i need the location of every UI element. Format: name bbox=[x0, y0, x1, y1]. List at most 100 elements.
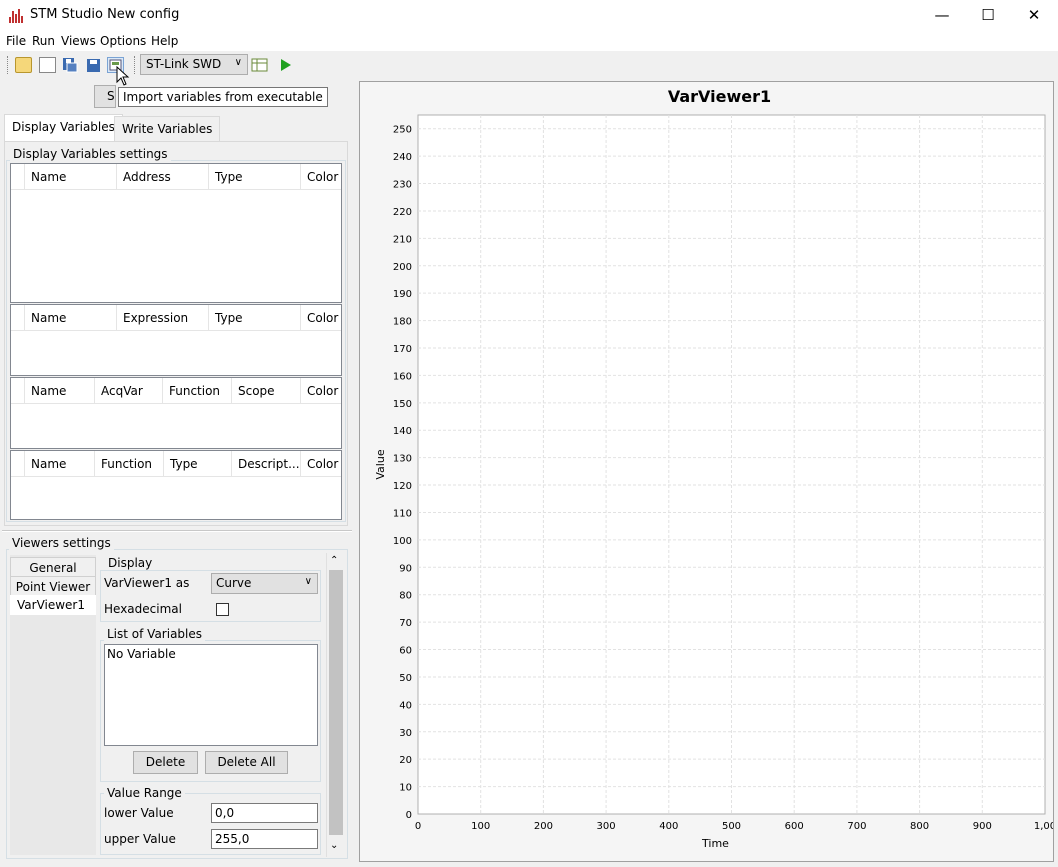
menu-options[interactable]: Options bbox=[100, 34, 146, 48]
column-scope[interactable]: Scope bbox=[231, 378, 300, 404]
x-axis-label: Time bbox=[701, 837, 729, 850]
viewer-item-general[interactable]: General bbox=[10, 557, 96, 577]
y-tick-label: 50 bbox=[399, 673, 412, 684]
column-name[interactable]: Name bbox=[24, 378, 94, 404]
y-tick-label: 60 bbox=[399, 646, 412, 657]
column-function[interactable]: Function bbox=[162, 378, 231, 404]
y-tick-label: 30 bbox=[399, 728, 412, 739]
hidden-settings-button[interactable]: S bbox=[94, 85, 116, 108]
viewers-scrollbar[interactable]: ⌃ ⌄ bbox=[326, 553, 344, 857]
column-acqvar[interactable]: AcqVar bbox=[94, 378, 162, 404]
chart-panel: 0 10 20 30 40 50 60 70 80 90 100 110 120 130 140 150 160… bbox=[359, 81, 1056, 862]
y-tick-label: 100 bbox=[393, 536, 412, 547]
y-tick-label: 20 bbox=[399, 755, 412, 766]
column-color[interactable]: Color bbox=[300, 305, 341, 331]
y-tick-label: 140 bbox=[393, 426, 412, 437]
column-name[interactable]: Name bbox=[24, 164, 116, 190]
y-tick-label: 230 bbox=[393, 180, 412, 191]
column-color[interactable]: Color bbox=[300, 451, 341, 477]
title-bar: STM Studio New config — ☐ ✕ bbox=[0, 0, 1058, 31]
expressions-table[interactable]: Name Expression Type Color bbox=[10, 304, 342, 376]
display-group-title: Display bbox=[105, 556, 156, 570]
viewer-item-varviewer1[interactable]: VarViewer1 bbox=[10, 595, 96, 615]
connection-select[interactable]: ST-Link SWD ∨ bbox=[140, 54, 248, 75]
import-tooltip: Import variables from executable bbox=[118, 87, 328, 107]
viewer-as-label: VarViewer1 as bbox=[104, 576, 190, 590]
varviewer-chart[interactable]: 0 10 20 30 40 50 60 70 80 90 100 110 120 130 140 150 160… bbox=[360, 82, 1056, 861]
list-variables-title: List of Variables bbox=[104, 627, 206, 641]
save-icon[interactable] bbox=[85, 57, 102, 73]
delete-all-button[interactable]: Delete All bbox=[205, 751, 288, 774]
menu-run[interactable]: Run bbox=[32, 34, 55, 48]
scroll-down-icon[interactable]: ⌄ bbox=[330, 840, 338, 851]
y-tick-label: 180 bbox=[393, 317, 412, 328]
y-tick-label: 110 bbox=[393, 508, 412, 519]
x-tick-label: 400 bbox=[659, 821, 678, 832]
variables-table-header: Name Address Type Color bbox=[11, 164, 341, 190]
x-tick-label: 0 bbox=[415, 821, 421, 832]
upper-value-input[interactable] bbox=[211, 829, 318, 849]
viewer-type-select[interactable]: Curve ∨ bbox=[211, 573, 318, 594]
y-tick-label: 160 bbox=[393, 371, 412, 382]
column-color[interactable]: Color bbox=[300, 378, 341, 404]
column-name[interactable]: Name bbox=[24, 451, 94, 477]
y-tick-label: 80 bbox=[399, 591, 412, 602]
scroll-up-icon[interactable]: ⌃ bbox=[330, 555, 338, 566]
hexadecimal-checkbox[interactable] bbox=[216, 603, 229, 616]
menu-file[interactable]: File bbox=[6, 34, 26, 48]
y-tick-label: 250 bbox=[393, 125, 412, 136]
close-button[interactable]: ✕ bbox=[1011, 0, 1057, 31]
minimize-button[interactable]: — bbox=[919, 0, 965, 31]
acquisition-table[interactable]: Name AcqVar Function Scope Color bbox=[10, 377, 342, 449]
connection-select-value: ST-Link SWD bbox=[146, 57, 222, 71]
menu-help[interactable]: Help bbox=[151, 34, 178, 48]
column-type[interactable]: Type bbox=[208, 164, 300, 190]
x-tick-label: 500 bbox=[722, 821, 741, 832]
mouse-cursor-icon bbox=[116, 66, 130, 86]
open-folder-icon[interactable] bbox=[15, 57, 32, 73]
y-tick-label: 70 bbox=[399, 618, 412, 629]
column-type[interactable]: Type bbox=[208, 305, 300, 331]
y-tick-label: 40 bbox=[399, 700, 412, 711]
y-tick-label: 200 bbox=[393, 262, 412, 273]
save-as-icon[interactable] bbox=[61, 57, 78, 73]
new-file-icon[interactable] bbox=[39, 57, 56, 73]
window-title: STM Studio New config bbox=[30, 7, 180, 22]
y-tick-label: 120 bbox=[393, 481, 412, 492]
lower-value-input[interactable] bbox=[211, 803, 318, 823]
column-name[interactable]: Name bbox=[24, 305, 116, 331]
maximize-button[interactable]: ☐ bbox=[965, 0, 1011, 31]
config-table-icon[interactable] bbox=[251, 57, 268, 73]
hexadecimal-label: Hexadecimal bbox=[104, 602, 182, 616]
variable-listbox[interactable]: No Variable bbox=[104, 644, 318, 746]
viewer-item-point-viewer[interactable]: Point Viewer bbox=[10, 576, 96, 596]
x-tick-label: 600 bbox=[785, 821, 804, 832]
menu-views[interactable]: Views bbox=[61, 34, 96, 48]
scroll-thumb[interactable] bbox=[329, 570, 343, 835]
tab-write-variables[interactable]: Write Variables bbox=[114, 116, 221, 142]
functions-table-header: Name Function Type Descript... Color bbox=[11, 451, 341, 477]
functions-table[interactable]: Name Function Type Descript... Color bbox=[10, 450, 342, 520]
app-logo-icon bbox=[9, 9, 25, 23]
menu-bar: File Run Views Options Help bbox=[0, 31, 1058, 51]
plot-area bbox=[417, 114, 1046, 815]
column-color[interactable]: Color bbox=[300, 164, 341, 190]
delete-button[interactable]: Delete bbox=[133, 751, 198, 774]
chevron-down-icon: ∨ bbox=[304, 576, 312, 587]
x-tick-label: 100 bbox=[471, 821, 490, 832]
x-tick-label: 300 bbox=[597, 821, 616, 832]
y-tick-label: 130 bbox=[393, 454, 412, 465]
column-function[interactable]: Function bbox=[94, 451, 163, 477]
column-expression[interactable]: Expression bbox=[116, 305, 208, 331]
variables-table[interactable]: Name Address Type Color bbox=[10, 163, 342, 303]
splitter[interactable] bbox=[2, 530, 352, 532]
column-address[interactable]: Address bbox=[116, 164, 208, 190]
column-type[interactable]: Type bbox=[163, 451, 231, 477]
left-panel: S Display Variables Write Variables Disp… bbox=[2, 78, 352, 863]
value-range-title: Value Range bbox=[104, 786, 185, 800]
y-tick-label: 240 bbox=[393, 152, 412, 163]
column-description[interactable]: Descript... bbox=[231, 451, 300, 477]
run-play-icon[interactable] bbox=[277, 57, 294, 73]
viewer-type-value: Curve bbox=[216, 576, 252, 590]
tab-display-variables[interactable]: Display Variables bbox=[4, 114, 123, 142]
